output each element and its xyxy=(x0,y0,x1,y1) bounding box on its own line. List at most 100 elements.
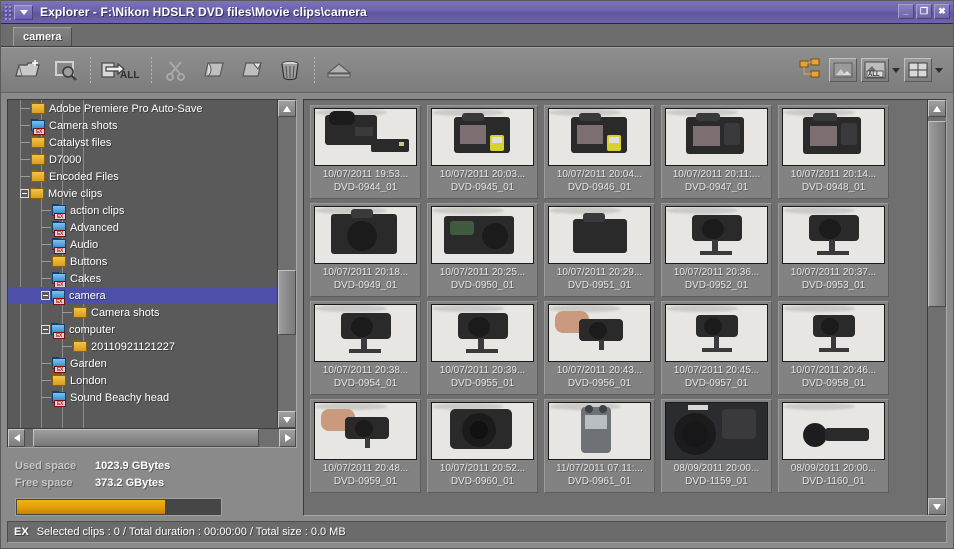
thumbnail-image[interactable] xyxy=(548,206,651,264)
tree-item-sound-beachy-head[interactable]: EXSound Beachy head xyxy=(8,389,277,406)
tree-collapse-icon[interactable] xyxy=(20,189,29,198)
thumbs-scroll-up-button[interactable] xyxy=(928,100,946,117)
thumbnail-image[interactable] xyxy=(665,206,768,264)
properties-button[interactable] xyxy=(829,58,857,82)
tree-scroll-track[interactable] xyxy=(278,117,296,411)
eject-button[interactable] xyxy=(320,52,358,88)
thumbnail-cell[interactable]: 10/07/2011 20:38...DVD-0954_01 xyxy=(310,301,421,395)
thumbnail-image[interactable] xyxy=(665,304,768,362)
thumbnail-cell[interactable]: 10/07/2011 20:46...DVD-0958_01 xyxy=(778,301,889,395)
folder-tree[interactable]: Adobe Premiere Pro Auto-SaveEXCamera sho… xyxy=(8,100,277,428)
thumbnail-image[interactable] xyxy=(314,206,417,264)
filter-all-dropdown-arrow[interactable] xyxy=(892,68,900,73)
thumbnail-image[interactable] xyxy=(314,304,417,362)
thumbnail-cell[interactable]: 08/09/2011 20:00...DVD-1160_01 xyxy=(778,399,889,493)
thumbnail-cell[interactable]: 10/07/2011 20:03...DVD-0945_01 xyxy=(427,105,538,199)
tree-view-button[interactable] xyxy=(795,52,825,88)
thumbnail-cell[interactable]: 10/07/2011 19:53...DVD-0944_01 xyxy=(310,105,421,199)
tab-camera[interactable]: camera xyxy=(13,27,72,46)
thumbnail-image[interactable] xyxy=(431,402,534,460)
tree-scroll-down-button[interactable] xyxy=(278,411,296,428)
tree-horizontal-scrollbar[interactable] xyxy=(8,428,296,447)
delete-button[interactable] xyxy=(271,52,309,88)
tree-item-20110921121227[interactable]: 20110921121227 xyxy=(8,338,277,355)
thumbs-vertical-scrollbar[interactable] xyxy=(927,100,946,515)
tree-item-cakes[interactable]: EXCakes xyxy=(8,270,277,287)
thumbnail-cell[interactable]: 10/07/2011 20:52...DVD-0960_01 xyxy=(427,399,538,493)
thumbnail-image[interactable] xyxy=(314,108,417,166)
tree-scroll-left-button[interactable] xyxy=(8,429,25,447)
maximize-button[interactable]: ❐ xyxy=(916,4,932,19)
thumbnail-image[interactable] xyxy=(431,108,534,166)
thumbnail-image[interactable] xyxy=(782,304,885,362)
tree-item-d7000[interactable]: D7000 xyxy=(8,151,277,168)
tree-item-camera[interactable]: EXcamera xyxy=(8,287,277,304)
tree-scroll-up-button[interactable] xyxy=(278,100,296,117)
thumbnail-cell[interactable]: 10/07/2011 20:11:...DVD-0947_01 xyxy=(661,105,772,199)
thumbnail-cell[interactable]: 10/07/2011 20:48...DVD-0959_01 xyxy=(310,399,421,493)
thumbnail-cell[interactable]: 10/07/2011 20:18...DVD-0949_01 xyxy=(310,203,421,297)
tree-item-garden[interactable]: EXGarden xyxy=(8,355,277,372)
thumbnail-cell[interactable]: 10/07/2011 20:39...DVD-0955_01 xyxy=(427,301,538,395)
thumbnail-image[interactable] xyxy=(782,206,885,264)
paste-button[interactable] xyxy=(233,52,271,88)
filter-all-button[interactable]: ALL xyxy=(861,58,889,82)
copy-button[interactable] xyxy=(195,52,233,88)
tree-collapse-icon[interactable] xyxy=(41,325,50,334)
tree-collapse-icon[interactable] xyxy=(41,291,50,300)
close-button[interactable]: ✖ xyxy=(934,4,950,19)
tree-item-catalyst-files[interactable]: Catalyst files xyxy=(8,134,277,151)
tree-item-encoded-files[interactable]: Encoded Files xyxy=(8,168,277,185)
thumbnail-image[interactable] xyxy=(548,402,651,460)
thumbnail-image[interactable] xyxy=(314,402,417,460)
view-mode-button[interactable] xyxy=(904,58,932,82)
thumbnail-cell[interactable]: 10/07/2011 20:04...DVD-0946_01 xyxy=(544,105,655,199)
thumbnail-cell[interactable]: 10/07/2011 20:36...DVD-0952_01 xyxy=(661,203,772,297)
thumbnail-cell[interactable]: 10/07/2011 20:14...DVD-0948_01 xyxy=(778,105,889,199)
minimize-button[interactable]: _ xyxy=(898,4,914,19)
thumbnail-cell[interactable]: 10/07/2011 20:43...DVD-0956_01 xyxy=(544,301,655,395)
tree-hscroll-thumb[interactable] xyxy=(33,429,259,447)
tree-item-buttons[interactable]: Buttons xyxy=(8,253,277,270)
thumbnail-cell[interactable]: 10/07/2011 20:45...DVD-0957_01 xyxy=(661,301,772,395)
tree-item-computer[interactable]: EXcomputer xyxy=(8,321,277,338)
thumbnail-cell[interactable]: 08/09/2011 20:00...DVD-1159_01 xyxy=(661,399,772,493)
thumbs-scroll-track[interactable] xyxy=(928,117,946,498)
thumbnail-image[interactable] xyxy=(548,304,651,362)
thumbnail-cell[interactable]: 11/07/2011 07:11:...DVD-0961_01 xyxy=(544,399,655,493)
tree-vertical-scrollbar[interactable] xyxy=(277,100,296,428)
thumbnail-name: DVD-0961_01 xyxy=(568,475,631,488)
thumbnail-image[interactable] xyxy=(665,402,768,460)
tree-hscroll-track[interactable] xyxy=(25,429,279,447)
register-all-button[interactable]: ALL xyxy=(96,52,146,88)
new-folder-button[interactable] xyxy=(9,52,47,88)
thumbnail-image[interactable] xyxy=(665,108,768,166)
tree-item-camera-shots[interactable]: Camera shots xyxy=(8,304,277,321)
tree-item-camera-shots[interactable]: EXCamera shots xyxy=(8,117,277,134)
thumbnail-image[interactable] xyxy=(548,108,651,166)
system-menu-button[interactable] xyxy=(14,5,33,20)
search-folder-button[interactable] xyxy=(47,52,85,88)
view-mode-control[interactable] xyxy=(904,58,943,82)
tree-scroll-thumb[interactable] xyxy=(278,270,296,335)
tree-item-audio[interactable]: EXAudio xyxy=(8,236,277,253)
view-mode-dropdown-arrow[interactable] xyxy=(935,68,943,73)
thumbnail-image[interactable] xyxy=(782,402,885,460)
thumbnail-image[interactable] xyxy=(782,108,885,166)
filter-all-control[interactable]: ALL xyxy=(861,58,900,82)
thumbs-scroll-down-button[interactable] xyxy=(928,498,946,515)
tree-scroll-right-button[interactable] xyxy=(279,429,296,447)
tree-item-action-clips[interactable]: EXaction clips xyxy=(8,202,277,219)
tree-item-adobe-premiere-pro-auto-save[interactable]: Adobe Premiere Pro Auto-Save xyxy=(8,100,277,117)
thumbnail-image[interactable] xyxy=(431,304,534,362)
tree-item-movie-clips[interactable]: Movie clips xyxy=(8,185,277,202)
thumbnail-cell[interactable]: 10/07/2011 20:37...DVD-0953_01 xyxy=(778,203,889,297)
tree-item-advanced[interactable]: EXAdvanced xyxy=(8,219,277,236)
thumbnail-grid[interactable]: 10/07/2011 19:53...DVD-0944_0110/07/2011… xyxy=(304,100,927,515)
thumbnail-cell[interactable]: 10/07/2011 20:29...DVD-0951_01 xyxy=(544,203,655,297)
cut-button[interactable] xyxy=(157,52,195,88)
tree-item-london[interactable]: London xyxy=(8,372,277,389)
thumbnail-cell[interactable]: 10/07/2011 20:25...DVD-0950_01 xyxy=(427,203,538,297)
thumbnail-image[interactable] xyxy=(431,206,534,264)
thumbs-scroll-thumb[interactable] xyxy=(928,121,946,308)
